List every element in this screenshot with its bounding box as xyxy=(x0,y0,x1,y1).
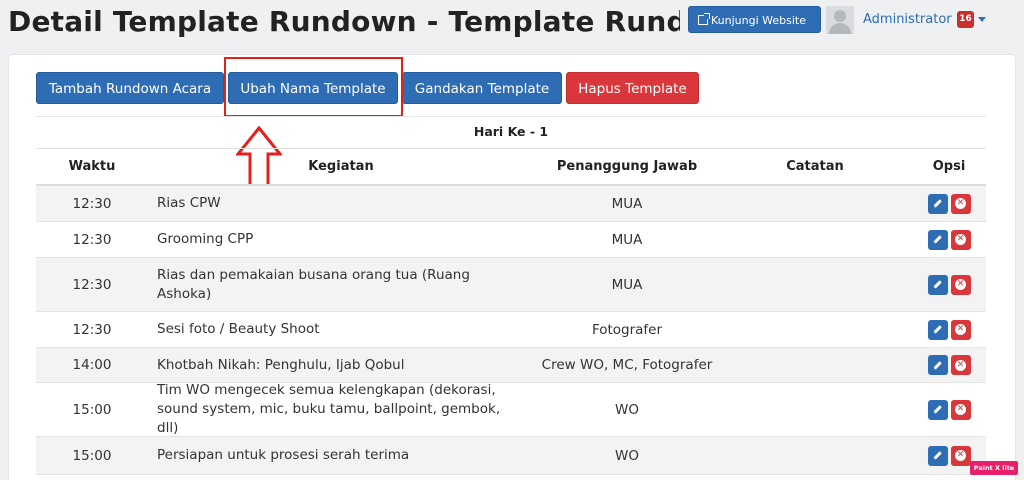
row-activity: Tim WO mengecek semua kelengkapan (dekor… xyxy=(157,382,501,436)
day-title: Hari Ke - 1 xyxy=(36,116,986,148)
table-row: 12:30 Sesi foto / Beauty Shoot Fotografer ✕ xyxy=(36,312,986,348)
external-link-icon xyxy=(698,13,710,25)
delete-button[interactable]: ✕ xyxy=(950,274,971,295)
visit-website-label: Kunjungi Website xyxy=(711,14,806,27)
col-pic: Penanggung Jawab xyxy=(556,159,698,174)
row-activity: Khotbah Nikah: Penghulu, Ijab Qobul xyxy=(157,356,405,373)
times-circle-icon: ✕ xyxy=(955,324,966,335)
row-activity: Rias CPW xyxy=(157,195,221,211)
table-header: Waktu Kegiatan Penanggung Jawab Catatan … xyxy=(36,148,986,186)
row-options: ✕ xyxy=(926,383,972,436)
row-options: ✕ xyxy=(926,222,972,257)
pencil-icon xyxy=(933,325,942,334)
notification-badge[interactable]: 16 xyxy=(957,11,974,28)
row-options: ✕ xyxy=(926,186,972,221)
row-activity: Grooming CPP xyxy=(157,231,254,247)
row-pic: MUA xyxy=(611,231,643,248)
avatar-head xyxy=(834,10,846,22)
row-options: ✕ xyxy=(926,348,972,382)
row-pic: MUA xyxy=(611,195,643,212)
table-row: 12:30 Rias CPW MUA ✕ xyxy=(36,186,986,222)
delete-button[interactable]: ✕ xyxy=(950,399,971,420)
col-notes: Catatan xyxy=(786,159,844,174)
edit-button[interactable] xyxy=(927,445,948,466)
row-options: ✕ xyxy=(926,258,972,311)
edit-button[interactable] xyxy=(927,193,948,214)
delete-button[interactable]: ✕ xyxy=(950,445,971,466)
row-pic: WO xyxy=(615,401,639,418)
table-row: 12:30 Grooming CPP MUA ✕ xyxy=(36,222,986,258)
row-time: 12:30 xyxy=(72,321,112,338)
row-options: ✕ xyxy=(926,312,972,347)
pencil-icon xyxy=(933,235,942,244)
row-time: 12:30 xyxy=(72,195,112,212)
row-pic: Fotografer xyxy=(591,321,663,338)
avatar[interactable] xyxy=(826,6,854,34)
col-time: Waktu xyxy=(68,159,116,174)
highlight-box xyxy=(224,57,403,117)
times-circle-icon: ✕ xyxy=(955,198,966,209)
table-row: 12:30 Rias dan pemakaian busana orang tua… xyxy=(36,258,986,312)
row-time: 12:30 xyxy=(72,231,112,248)
edit-button[interactable] xyxy=(927,399,948,420)
duplicate-template-button[interactable]: Gandakan Template xyxy=(402,72,562,104)
delete-button[interactable]: ✕ xyxy=(950,229,971,250)
delete-button[interactable]: ✕ xyxy=(950,319,971,340)
page-title: Detail Template Rundown - Template Rundo… xyxy=(8,5,680,38)
row-activity: Rias dan pemakaian busana orang tua (Rua… xyxy=(157,266,470,302)
edit-button[interactable] xyxy=(927,229,948,250)
col-options: Opsi xyxy=(932,159,966,174)
user-menu[interactable]: Administrator xyxy=(863,10,952,30)
row-time: 14:00 xyxy=(72,357,112,373)
pencil-icon xyxy=(933,451,942,460)
row-time: 12:30 xyxy=(72,276,112,293)
page-header: Detail Template Rundown - Template Rundo… xyxy=(0,0,1024,44)
delete-button[interactable]: ✕ xyxy=(950,193,971,214)
edit-button[interactable] xyxy=(927,319,948,340)
avatar-body xyxy=(829,23,851,34)
edit-button[interactable] xyxy=(927,274,948,295)
table-row: 15:00 Persiapan untuk prosesi serah terim… xyxy=(36,437,986,475)
times-circle-icon: ✕ xyxy=(955,450,966,461)
times-circle-icon: ✕ xyxy=(955,404,966,415)
pencil-icon xyxy=(933,199,942,208)
edit-button[interactable] xyxy=(927,355,948,375)
add-rundown-button[interactable]: Tambah Rundown Acara xyxy=(36,72,224,104)
row-time: 15:00 xyxy=(72,401,112,418)
times-circle-icon: ✕ xyxy=(955,234,966,245)
pencil-icon xyxy=(933,280,942,289)
delete-template-button[interactable]: Hapus Template xyxy=(566,72,699,104)
row-activity: Persiapan untuk prosesi serah terima xyxy=(157,447,410,463)
pencil-icon xyxy=(933,405,942,414)
times-circle-icon: ✕ xyxy=(955,279,966,290)
chevron-down-icon[interactable] xyxy=(978,17,986,22)
row-options: ✕ xyxy=(926,437,972,474)
pencil-icon xyxy=(933,360,942,370)
overlay-badge: Paint X lite xyxy=(970,461,1018,475)
row-activity: Sesi foto / Beauty Shoot xyxy=(157,321,320,337)
visit-website-button[interactable]: Kunjungi Website xyxy=(688,6,821,33)
col-activity: Kegiatan xyxy=(308,159,374,174)
table-row: 14:00 Khotbah Nikah: Penghulu, Ijab Qobul… xyxy=(36,348,986,383)
row-pic: MUA xyxy=(611,276,643,293)
row-time: 15:00 xyxy=(72,447,112,464)
row-pic: Crew WO, MC, Fotografer xyxy=(541,357,713,373)
delete-button[interactable]: ✕ xyxy=(950,355,971,375)
table-row: 15:00 Tim WO mengecek semua kelengkapan (… xyxy=(36,382,986,437)
times-circle-icon: ✕ xyxy=(955,359,966,371)
row-pic: WO xyxy=(615,447,639,464)
